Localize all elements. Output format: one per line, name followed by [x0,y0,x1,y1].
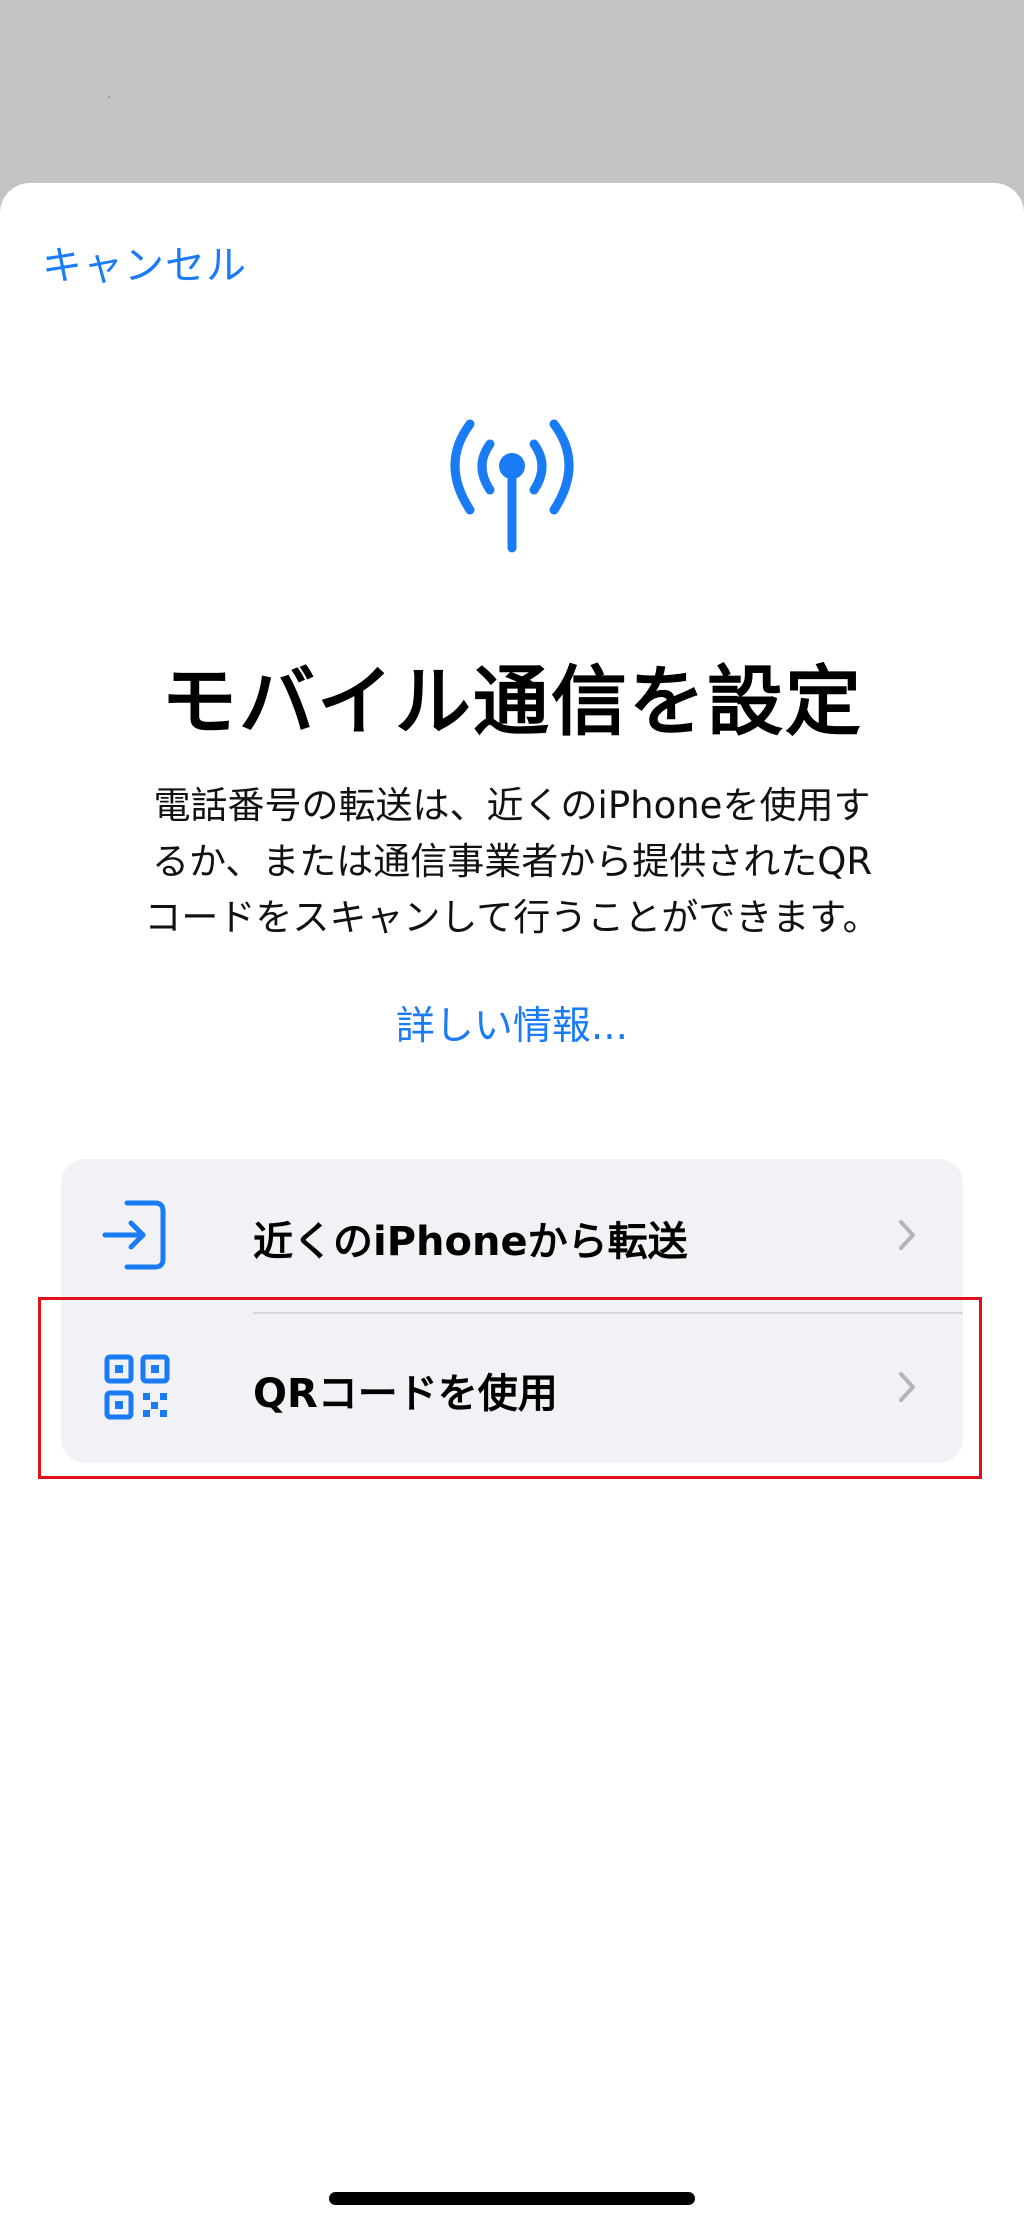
chevron-right-icon [899,1372,915,1402]
options-group: 近くのiPhoneから転送 QRコードを使用 [61,1159,963,1463]
description-line: るか、または通信事業者から提供されたQR [151,840,873,883]
transfer-arrow-icon [102,1200,166,1270]
modal-sheet: キャンセル モバイル通信を設定 電話番号の転送は、近くのiPhoneを使用す る… [0,183,1024,2226]
cancel-button[interactable]: キャンセル [42,233,247,291]
transfer-from-nearby-iphone-option[interactable]: 近くのiPhoneから転送 [61,1159,963,1311]
antenna-radiowaves-icon [450,419,574,553]
background-dot [108,96,110,98]
option-label: QRコードを使用 [253,1371,558,1417]
learn-more-link[interactable]: 詳しい情報... [0,995,1024,1051]
option-label: 近くのiPhoneから転送 [253,1219,688,1265]
chevron-right-icon [899,1220,915,1250]
description-line: 電話番号の転送は、近くのiPhoneを使用す [153,784,871,827]
description-line: コードをスキャンして行うことができます。 [144,896,880,939]
home-indicator [329,2192,695,2205]
qr-code-icon [104,1354,170,1420]
page-title: モバイル通信を設定 [161,657,863,746]
background-page [0,0,1024,200]
description: 電話番号の転送は、近くのiPhoneを使用す るか、または通信事業者から提供され… [100,778,924,946]
use-qr-code-option[interactable]: QRコードを使用 [61,1311,963,1463]
